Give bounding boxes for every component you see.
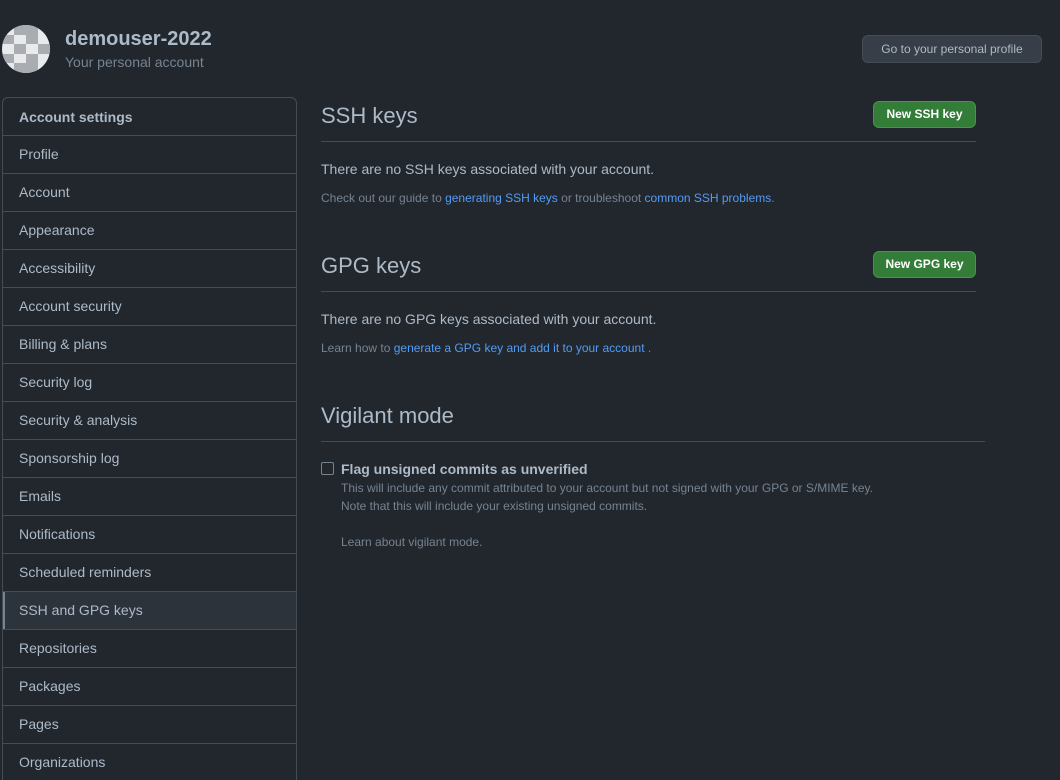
sidebar-item-organizations[interactable]: Organizations <box>3 744 296 780</box>
vigilant-mode-title: Vigilant mode <box>321 403 454 428</box>
vigilant-note-line1: This will include any commit attributed … <box>341 481 874 495</box>
sidebar-item-account-security[interactable]: Account security <box>3 288 296 326</box>
ssh-empty-message: There are no SSH keys associated with yo… <box>321 161 655 177</box>
sidebar-item-profile[interactable]: Profile <box>3 136 296 174</box>
sidebar-item-security-analysis[interactable]: Security & analysis <box>3 402 296 440</box>
ssh-keys-title: SSH keys <box>321 103 418 128</box>
gpg-help-prefix: Learn how to <box>321 341 394 355</box>
flag-unsigned-commits-checkbox[interactable] <box>321 462 334 475</box>
new-ssh-key-button[interactable]: New SSH key <box>873 101 976 128</box>
sidebar-item-pages[interactable]: Pages <box>3 706 296 744</box>
sidebar-item-billing-plans[interactable]: Billing & plans <box>3 326 296 364</box>
new-gpg-key-button[interactable]: New GPG key <box>873 251 976 278</box>
ssh-help-text: Check out our guide to generating SSH ke… <box>321 191 775 205</box>
go-to-profile-button[interactable]: Go to your personal profile <box>862 35 1042 63</box>
common-ssh-problems-link[interactable]: common SSH problems <box>645 191 772 205</box>
sidebar-item-appearance[interactable]: Appearance <box>3 212 296 250</box>
account-username: demouser-2022 <box>65 28 212 50</box>
settings-page: demouser-2022 Your personal account Go t… <box>0 0 1060 780</box>
ssh-help-prefix: Check out our guide to <box>321 191 446 205</box>
page-header: demouser-2022 Your personal account Go t… <box>0 0 1060 96</box>
sidebar-item-ssh-gpg-keys[interactable]: SSH and GPG keys <box>3 592 296 630</box>
sidebar-item-emails[interactable]: Emails <box>3 478 296 516</box>
sidebar-item-repositories[interactable]: Repositories <box>3 630 296 668</box>
gpg-divider <box>321 291 976 292</box>
gpg-keys-title: GPG keys <box>321 253 422 278</box>
ssh-help-suffix: . <box>771 191 775 205</box>
gpg-help-suffix: . <box>644 341 652 355</box>
sidebar-item-accessibility[interactable]: Accessibility <box>3 250 296 288</box>
vigilant-note-line2: Note that this will include your existin… <box>341 499 648 513</box>
vigilant-divider <box>321 441 985 442</box>
account-subtitle: Your personal account <box>65 54 204 70</box>
generating-ssh-keys-link[interactable]: generating SSH keys <box>445 191 558 205</box>
sidebar-heading: Account settings <box>3 98 296 136</box>
generate-gpg-key-link[interactable]: generate a GPG key and add it to your ac… <box>394 341 645 355</box>
sidebar-item-sponsorship-log[interactable]: Sponsorship log <box>3 440 296 478</box>
learn-vigilant-mode-link[interactable]: Learn about vigilant mode. <box>341 535 482 549</box>
ssh-help-middle: or troubleshoot <box>557 191 645 205</box>
flag-unsigned-commits-label[interactable]: Flag unsigned commits as unverified <box>341 461 588 477</box>
avatar[interactable] <box>2 25 50 73</box>
sidebar-item-account[interactable]: Account <box>3 174 296 212</box>
sidebar-item-notifications[interactable]: Notifications <box>3 516 296 554</box>
sidebar-item-packages[interactable]: Packages <box>3 668 296 706</box>
gpg-help-text: Learn how to generate a GPG key and add … <box>321 341 651 355</box>
gpg-empty-message: There are no GPG keys associated with yo… <box>321 311 657 327</box>
settings-sidebar: Account settings Profile Account Appeara… <box>2 97 297 780</box>
sidebar-item-scheduled-reminders[interactable]: Scheduled reminders <box>3 554 296 592</box>
sidebar-item-security-log[interactable]: Security log <box>3 364 296 402</box>
ssh-divider <box>321 141 976 142</box>
